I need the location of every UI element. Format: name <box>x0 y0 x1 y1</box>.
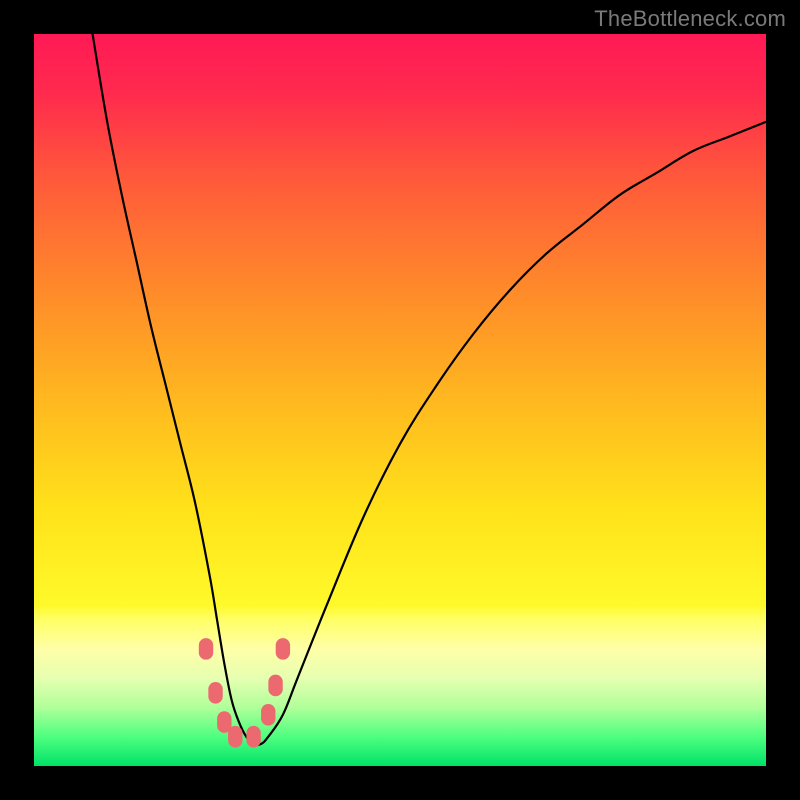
watermark-text: TheBottleneck.com <box>594 6 786 32</box>
plot-area <box>34 34 766 766</box>
chart-frame: TheBottleneck.com <box>0 0 800 800</box>
chart-svg <box>34 34 766 766</box>
